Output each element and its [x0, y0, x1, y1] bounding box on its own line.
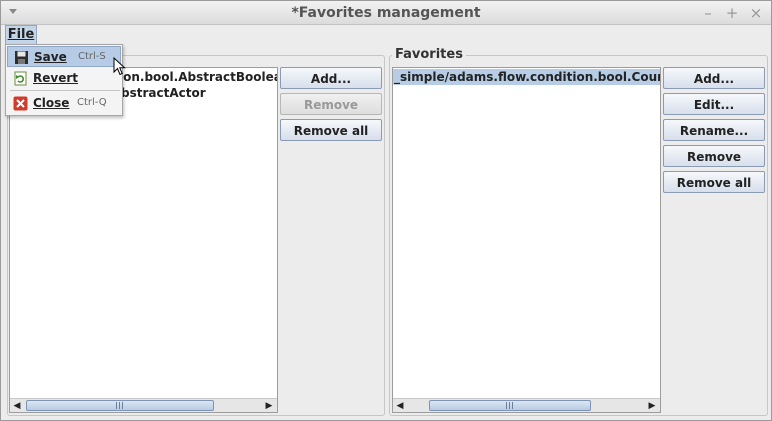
mouse-cursor-icon: [113, 57, 126, 76]
title-bar: *Favorites management – + ×: [1, 1, 771, 25]
favorites-panel-title: Favorites: [392, 47, 466, 62]
menu-item-close[interactable]: Close Ctrl-Q: [7, 93, 121, 114]
menu-file[interactable]: File: [5, 25, 37, 45]
scroll-thumb[interactable]: [429, 400, 591, 411]
list-item[interactable]: _simple/adams.flow.condition.bool.Counti…: [393, 69, 660, 85]
list-item[interactable]: ion.bool.AbstractBoolean: [119, 69, 277, 85]
scroll-left-icon[interactable]: ◀: [395, 401, 405, 411]
favorites-list[interactable]: _simple/adams.flow.condition.bool.Counti…: [392, 67, 661, 413]
list-item[interactable]: bstractActor: [121, 85, 206, 101]
window-title: *Favorites management: [291, 5, 481, 21]
save-icon: [15, 51, 28, 64]
menu-item-label: Revert: [33, 71, 78, 85]
revert-icon: [14, 71, 27, 86]
menu-item-accelerator: Ctrl-Q: [77, 97, 107, 108]
maximize-icon[interactable]: +: [723, 4, 741, 22]
close-window-icon[interactable]: ×: [747, 4, 765, 22]
menu-item-accelerator: Ctrl-S: [78, 51, 106, 62]
favorites-rename-button[interactable]: Rename...: [663, 119, 765, 141]
menu-bar: File: [1, 25, 771, 45]
menu-item-save[interactable]: Save Ctrl-S: [7, 46, 121, 67]
scroll-right-icon[interactable]: ▶: [647, 401, 657, 411]
favorites-remove-all-button[interactable]: Remove all: [663, 171, 765, 193]
favorites-window: *Favorites management – + × File ion.boo…: [0, 0, 772, 421]
scroll-thumb[interactable]: [26, 400, 214, 411]
close-icon: [13, 96, 28, 111]
left-list[interactable]: ion.bool.AbstractBoolean bstractActor ◀ …: [9, 67, 278, 413]
menu-item-label: Close: [33, 96, 70, 110]
left-add-button[interactable]: Add...: [280, 67, 382, 89]
menu-separator: [10, 90, 120, 91]
scroll-right-icon[interactable]: ▶: [264, 401, 274, 411]
favorites-edit-button[interactable]: Edit...: [663, 93, 765, 115]
favorites-remove-button[interactable]: Remove: [663, 145, 765, 167]
left-horizontal-scrollbar[interactable]: ◀ ▶: [10, 398, 277, 412]
favorites-horizontal-scrollbar[interactable]: ◀ ▶: [393, 398, 660, 412]
left-remove-button[interactable]: Remove: [280, 93, 382, 115]
favorites-add-button[interactable]: Add...: [663, 67, 765, 89]
menu-item-revert[interactable]: Revert: [7, 68, 121, 89]
menu-item-label: Save: [34, 50, 67, 64]
file-menu-dropdown: Save Ctrl-S Revert Close Ctrl-Q: [5, 44, 123, 116]
minimize-icon[interactable]: –: [699, 4, 717, 22]
left-remove-all-button[interactable]: Remove all: [280, 119, 382, 141]
scroll-left-icon[interactable]: ◀: [12, 401, 22, 411]
